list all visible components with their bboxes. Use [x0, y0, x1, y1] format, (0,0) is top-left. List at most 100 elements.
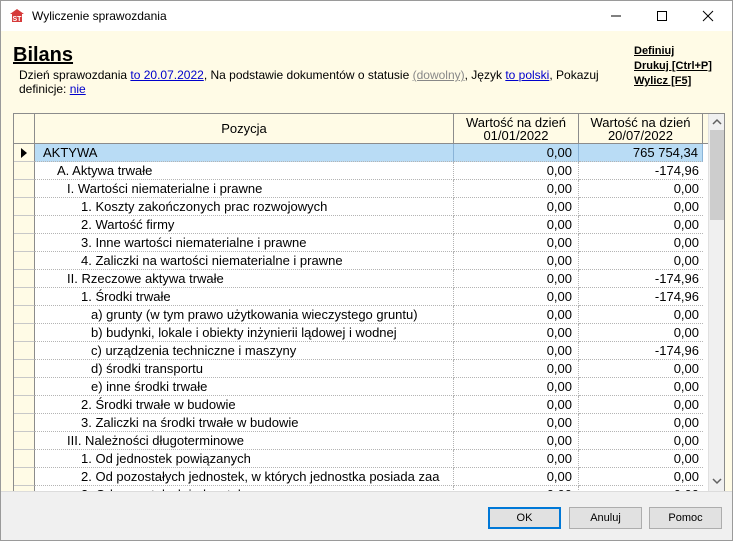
- position-cell[interactable]: II. Rzeczowe aktywa trwałe: [35, 270, 454, 288]
- table-row[interactable]: 2. Wartość firmy 0,00 0,00: [14, 216, 704, 234]
- position-cell[interactable]: 1. Od jednostek powiązanych: [35, 450, 454, 468]
- position-cell[interactable]: A. Aktywa trwałe: [35, 162, 454, 180]
- value-end-cell[interactable]: 0,00: [579, 378, 703, 396]
- position-cell[interactable]: I. Wartości niematerialne i prawne: [35, 180, 454, 198]
- value-end-cell[interactable]: -174,96: [579, 342, 703, 360]
- value-start-cell[interactable]: 0,00: [454, 162, 579, 180]
- position-cell[interactable]: 3. Zaliczki na środki trwałe w budowie: [35, 414, 454, 432]
- row-indicator[interactable]: [14, 360, 35, 378]
- position-cell[interactable]: 1. Koszty zakończonych prac rozwojowych: [35, 198, 454, 216]
- row-indicator[interactable]: [14, 180, 35, 198]
- position-cell[interactable]: e) inne środki trwałe: [35, 378, 454, 396]
- value-start-cell[interactable]: 0,00: [454, 180, 579, 198]
- value-end-cell[interactable]: 0,00: [579, 180, 703, 198]
- row-indicator[interactable]: [14, 378, 35, 396]
- value-end-cell[interactable]: 0,00: [579, 450, 703, 468]
- balance-grid[interactable]: Pozycja Wartość na dzień 01/01/2022 Wart…: [13, 113, 725, 493]
- table-row[interactable]: c) urządzenia techniczne i maszyny 0,00 -1…: [14, 342, 704, 360]
- value-end-cell[interactable]: 0,00: [579, 216, 703, 234]
- table-row[interactable]: 1. Środki trwałe 0,00 -174,96: [14, 288, 704, 306]
- value-end-cell[interactable]: 0,00: [579, 234, 703, 252]
- row-indicator[interactable]: [14, 252, 35, 270]
- ok-button[interactable]: OK: [488, 507, 561, 529]
- position-cell[interactable]: 2. Od pozostałych jednostek, w których j…: [35, 468, 454, 486]
- value-end-cell[interactable]: -174,96: [579, 270, 703, 288]
- print-link[interactable]: Drukuj [Ctrl+P]: [634, 59, 712, 74]
- row-indicator[interactable]: [14, 324, 35, 342]
- value-start-cell[interactable]: 0,00: [454, 252, 579, 270]
- table-row[interactable]: I. Wartości niematerialne i prawne 0,00 0,…: [14, 180, 704, 198]
- value-start-cell[interactable]: 0,00: [454, 342, 579, 360]
- table-row[interactable]: 3. Zaliczki na środki trwałe w budowie 0,…: [14, 414, 704, 432]
- table-row[interactable]: b) budynki, lokale i obiekty inżynierii …: [14, 324, 704, 342]
- value-end-cell[interactable]: 765 754,34: [579, 144, 703, 162]
- row-indicator[interactable]: [14, 198, 35, 216]
- position-cell[interactable]: a) grunty (w tym prawo użytkowania wiecz…: [35, 306, 454, 324]
- position-cell[interactable]: AKTYWA: [35, 144, 454, 162]
- table-row[interactable]: 2. Od pozostałych jednostek, w których j…: [14, 468, 704, 486]
- value-start-cell[interactable]: 0,00: [454, 234, 579, 252]
- row-indicator[interactable]: [14, 144, 35, 162]
- vertical-scrollbar[interactable]: [708, 114, 724, 492]
- row-indicator[interactable]: [14, 450, 35, 468]
- row-indicator[interactable]: [14, 432, 35, 450]
- row-indicator[interactable]: [14, 216, 35, 234]
- cancel-button[interactable]: Anuluj: [569, 507, 642, 529]
- define-link[interactable]: Definiuj: [634, 44, 712, 59]
- value-end-cell[interactable]: 0,00: [579, 396, 703, 414]
- position-cell[interactable]: 3. Inne wartości niematerialne i prawne: [35, 234, 454, 252]
- value-start-cell[interactable]: 0,00: [454, 414, 579, 432]
- value-start-cell[interactable]: 0,00: [454, 288, 579, 306]
- value-start-cell[interactable]: 0,00: [454, 432, 579, 450]
- row-indicator[interactable]: [14, 162, 35, 180]
- help-button[interactable]: Pomoc: [649, 507, 722, 529]
- table-row[interactable]: d) środki transportu 0,00 0,00: [14, 360, 704, 378]
- row-indicator[interactable]: [14, 396, 35, 414]
- position-cell[interactable]: b) budynki, lokale i obiekty inżynierii …: [35, 324, 454, 342]
- table-row[interactable]: A. Aktywa trwałe 0,00 -174,96: [14, 162, 704, 180]
- value-end-cell[interactable]: -174,96: [579, 162, 703, 180]
- value-start-cell[interactable]: 0,00: [454, 270, 579, 288]
- value-end-cell[interactable]: 0,00: [579, 468, 703, 486]
- value-start-cell[interactable]: 0,00: [454, 468, 579, 486]
- show-definitions-link[interactable]: nie: [70, 82, 86, 96]
- value-start-cell[interactable]: 0,00: [454, 450, 579, 468]
- row-indicator[interactable]: [14, 234, 35, 252]
- table-row[interactable]: II. Rzeczowe aktywa trwałe 0,00 -174,96: [14, 270, 704, 288]
- scrollbar-thumb[interactable]: [710, 130, 724, 220]
- table-row[interactable]: 1. Koszty zakończonych prac rozwojowych 0…: [14, 198, 704, 216]
- scroll-down-icon[interactable]: [712, 477, 722, 485]
- value-start-cell[interactable]: 0,00: [454, 306, 579, 324]
- value-end-cell[interactable]: 0,00: [579, 360, 703, 378]
- table-row[interactable]: AKTYWA 0,00 765 754,34: [14, 144, 704, 162]
- value-end-cell[interactable]: 0,00: [579, 432, 703, 450]
- position-cell[interactable]: c) urządzenia techniczne i maszyny: [35, 342, 454, 360]
- value-end-cell[interactable]: -174,96: [579, 288, 703, 306]
- table-row[interactable]: e) inne środki trwałe 0,00 0,00: [14, 378, 704, 396]
- column-header-value-end[interactable]: Wartość na dzień 20/07/2022: [579, 114, 703, 143]
- table-row[interactable]: 2. Środki trwałe w budowie 0,00 0,00: [14, 396, 704, 414]
- value-start-cell[interactable]: 0,00: [454, 324, 579, 342]
- row-indicator[interactable]: [14, 288, 35, 306]
- row-indicator[interactable]: [14, 342, 35, 360]
- compute-link[interactable]: Wylicz [F5]: [634, 74, 712, 89]
- row-indicator[interactable]: [14, 414, 35, 432]
- position-cell[interactable]: III. Należności długoterminowe: [35, 432, 454, 450]
- minimize-button[interactable]: [593, 1, 639, 31]
- value-end-cell[interactable]: 0,00: [579, 306, 703, 324]
- table-row[interactable]: a) grunty (w tym prawo użytkowania wiecz…: [14, 306, 704, 324]
- position-cell[interactable]: 4. Zaliczki na wartości niematerialne i …: [35, 252, 454, 270]
- column-header-position[interactable]: Pozycja: [35, 114, 454, 143]
- row-indicator[interactable]: [14, 270, 35, 288]
- table-row[interactable]: 4. Zaliczki na wartości niematerialne i …: [14, 252, 704, 270]
- row-indicator[interactable]: [14, 306, 35, 324]
- value-end-cell[interactable]: 0,00: [579, 414, 703, 432]
- status-link[interactable]: (dowolny): [413, 68, 465, 82]
- value-start-cell[interactable]: 0,00: [454, 378, 579, 396]
- position-cell[interactable]: 1. Środki trwałe: [35, 288, 454, 306]
- position-cell[interactable]: d) środki transportu: [35, 360, 454, 378]
- value-start-cell[interactable]: 0,00: [454, 396, 579, 414]
- value-end-cell[interactable]: 0,00: [579, 252, 703, 270]
- maximize-button[interactable]: [639, 1, 685, 31]
- value-start-cell[interactable]: 0,00: [454, 144, 579, 162]
